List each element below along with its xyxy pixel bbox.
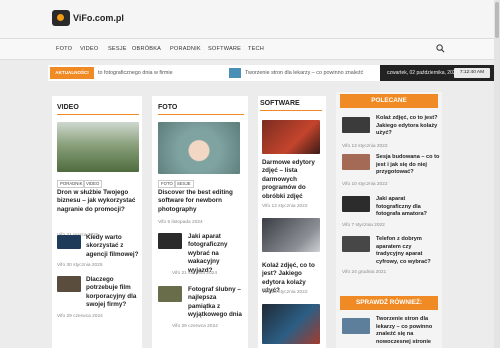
video-column: VIDEO PORADNIK VIDEO Dron w służbie Twoj… [52, 96, 142, 348]
post-thumbnail[interactable] [342, 318, 370, 334]
ticker-thumbnail[interactable] [229, 68, 241, 78]
column-title[interactable]: FOTO [158, 104, 177, 111]
post-meta: Vifo 29 czerwca 2024 [57, 314, 103, 319]
nav-item-video[interactable]: VIDEO [80, 46, 98, 52]
nav-item-poradnik[interactable]: PORADNIK [170, 46, 201, 52]
post-image[interactable] [262, 218, 320, 252]
post-meta: Vifo 24 grudnia 2021 [342, 270, 387, 275]
post-thumbnail[interactable] [158, 233, 182, 249]
post-image[interactable] [262, 304, 320, 344]
post-title[interactable]: Kolaż zdjęć, co to jest? Jakiego edytora… [376, 115, 440, 138]
date-box: czwartek, 02 października, 2025 7:12:40 … [380, 65, 494, 81]
category-tag[interactable]: PORADNIK [57, 180, 86, 188]
nav-item-obrobka[interactable]: OBRÓBKA [132, 46, 161, 52]
nav-item-sesje[interactable]: SESJE [108, 46, 127, 52]
post-thumbnail[interactable] [342, 154, 370, 170]
post-thumbnail[interactable] [342, 117, 370, 133]
post-title[interactable]: Darmowe edytory zdjęć – lista darmowych … [262, 159, 324, 201]
post-thumbnail[interactable] [342, 196, 370, 212]
logo-text: ViFo.com.pl [73, 13, 124, 23]
post-title[interactable]: Fotograf ślubny – najlepsza pamiątka z w… [188, 286, 244, 320]
featured-title[interactable]: Discover the best editing software for n… [158, 189, 244, 214]
post-meta: Vifo 13 stycznia 2022 [262, 290, 308, 295]
post-title[interactable]: Dlaczego potrzebuje film korporacyjny dl… [86, 276, 140, 310]
current-time: 7:12:40 AM [454, 68, 490, 78]
post-image[interactable] [262, 120, 320, 154]
sidebar-section-title: SPRAWDŹ RÓWNIEŻ: [340, 296, 438, 310]
column-title[interactable]: SOFTWARE [260, 100, 300, 107]
featured-image[interactable] [57, 122, 139, 172]
current-date: czwartek, 02 października, 2025 [387, 70, 459, 76]
column-title[interactable]: VIDEO [57, 104, 79, 111]
featured-title[interactable]: Dron w służbie Twojego biznesu – jak wyk… [57, 189, 141, 214]
post-meta: Vifo 13 stycznia 2022 [342, 144, 388, 149]
post-thumbnail[interactable] [158, 286, 182, 302]
ticker-item[interactable]: Tworzenie stron dla lekarzy – co powinno… [245, 70, 365, 76]
post-title[interactable]: Telefon z dobrym aparatem czy tradycyjny… [376, 236, 440, 266]
post-meta: Vifo 7 stycznia 2022 [342, 223, 385, 228]
post-meta: Vifo 30 stycznia 2025 [57, 263, 103, 268]
post-thumbnail[interactable] [57, 276, 81, 292]
post-meta: Vifo 10 stycznia 2022 [342, 182, 388, 187]
sidebar-section-title: POLECANE [340, 94, 438, 108]
nav-item-foto[interactable]: FOTO [56, 46, 72, 52]
scrollbar-thumb[interactable] [495, 2, 499, 38]
category-tag[interactable]: VIDEO [83, 180, 103, 188]
camera-logo-icon [52, 10, 70, 26]
page: ViFo.com.pl FOTO VIDEO SESJE OBRÓBKA POR… [0, 0, 500, 348]
ticker-label: AKTUALNOŚCI [50, 67, 94, 79]
post-meta: Vifo 5 listopada 2024 [158, 220, 203, 225]
category-tag[interactable]: SESJE [174, 180, 194, 188]
post-title[interactable]: Kiedy warto skorzystać z agencji filmowe… [86, 234, 140, 259]
scrollbar[interactable] [494, 0, 500, 348]
main-nav: FOTO VIDEO SESJE OBRÓBKA PORADNIK SOFTWA… [0, 38, 494, 60]
search-icon[interactable] [436, 44, 445, 53]
column-divider [57, 114, 139, 115]
site-header: ViFo.com.pl [0, 0, 494, 38]
post-thumbnail[interactable] [57, 235, 81, 249]
post-title[interactable]: Jaki aparat fotograficzny wybrać na waka… [188, 233, 244, 275]
post-title[interactable]: Tworzenie stron dla lekarzy – co powinno… [376, 316, 440, 346]
featured-image[interactable] [158, 122, 240, 174]
post-meta: Vifo 21 sierpnia 2024 [172, 271, 217, 276]
column-divider [260, 110, 322, 111]
post-meta: Vifo 29 czerwca 2024 [172, 324, 218, 329]
post-meta: Vifo 13 stycznia 2022 [262, 204, 308, 209]
nav-item-tech[interactable]: TECH [248, 46, 264, 52]
nav-item-software[interactable]: SOFTWARE [208, 46, 241, 52]
news-ticker: AKTUALNOŚCI to fotograficznego dnia w fi… [48, 65, 494, 81]
ticker-item[interactable]: to fotograficznego dnia w firmie [98, 70, 173, 76]
foto-column: FOTO FOTO SESJE Discover the best editin… [152, 96, 248, 348]
column-divider [158, 114, 244, 115]
software-column: SOFTWARE Darmowe edytory zdjęć – lista d… [258, 96, 326, 348]
post-title[interactable]: Jaki aparat fotograficzny dla fotografa … [376, 196, 440, 219]
site-logo[interactable]: ViFo.com.pl [52, 10, 124, 26]
post-title[interactable]: Sesja budowana – co to jest i jak się do… [376, 154, 440, 177]
post-thumbnail[interactable] [342, 236, 370, 252]
